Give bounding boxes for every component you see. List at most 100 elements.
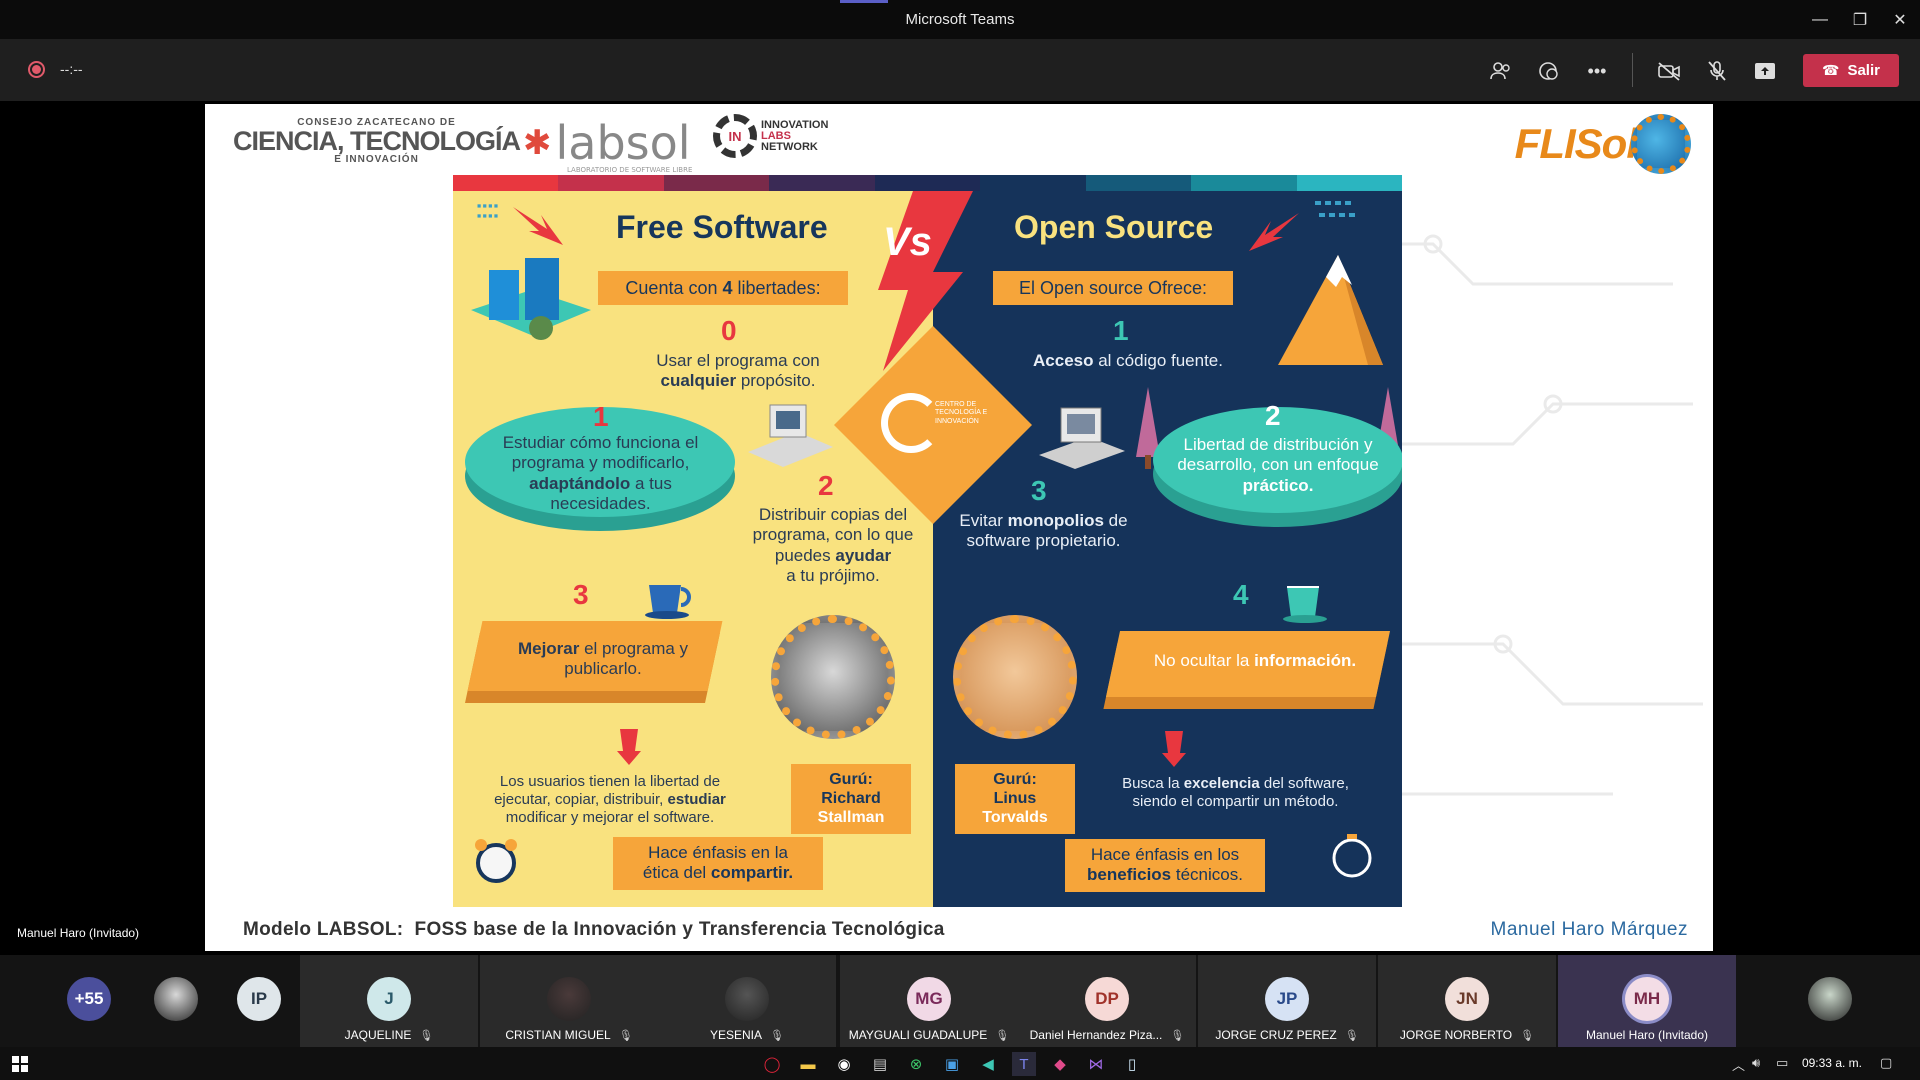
participant-name-row: JAQUELINE 🎙︎ — [345, 1028, 434, 1042]
volume-icon[interactable]: 🔊︎ — [1752, 1055, 1760, 1071]
stallman-guru-label: Gurú: — [829, 771, 873, 788]
participants-button[interactable] — [1486, 56, 1516, 86]
taskbar-vs[interactable]: ⋈ — [1084, 1052, 1108, 1076]
participant-name-row: CRISTIAN MIGUEL 🎙︎ — [505, 1028, 632, 1042]
participant-avatar: +55 — [67, 977, 111, 1021]
freedom-2-post: a tu prójimo. — [786, 566, 880, 586]
participant-tile[interactable]: MG MAYGUALI GUADALUPE 🎙︎ — [840, 955, 1018, 1047]
muted-mic-icon: 🎙︎ — [995, 1029, 1010, 1042]
restore-button[interactable]: ❐ — [1840, 0, 1880, 39]
free-emph-mid: ética del — [642, 863, 711, 883]
stallman-guru-tag: Gurú: Richard Stallman — [791, 764, 911, 834]
participant-avatar: MH — [1625, 977, 1669, 1021]
freedom-0-text: Usar el programa con cualquier propósito. — [633, 351, 843, 392]
taskbar-app-5[interactable]: ⊗ — [904, 1052, 928, 1076]
muted-mic-icon: 🎙︎ — [618, 1029, 633, 1042]
os-item-2-number: 2 — [1265, 400, 1281, 431]
participant-name-row: JORGE CRUZ PEREZ 🎙︎ — [1215, 1028, 1358, 1042]
torvalds-guru-label: Gurú: — [993, 771, 1037, 788]
xbox-icon: ⊗ — [909, 1056, 923, 1073]
freedom-2-number: 2 — [818, 470, 834, 501]
opera-icon: ◯ — [763, 1056, 781, 1073]
participant-tile[interactable]: MH Manuel Haro (Invitado) — [1558, 955, 1736, 1047]
camera-toggle-button[interactable] — [1654, 56, 1684, 86]
notifications-icon[interactable]: ▢ — [1880, 1055, 1892, 1071]
os-item-3-number: 3 — [1031, 475, 1047, 506]
gear-icon: IN — [713, 114, 757, 158]
participant-tile[interactable]: DP Daniel Hernandez Piza... 🎙︎ — [1018, 955, 1196, 1047]
taskbar-notepad[interactable]: ▯ — [1120, 1052, 1144, 1076]
versus-label: Vs — [883, 220, 932, 264]
participant-name: JAQUELINE — [344, 1028, 412, 1042]
chat-icon — [1539, 62, 1558, 80]
taskbar-app-7[interactable]: ◀ — [976, 1052, 1000, 1076]
participant-tile[interactable]: JP JORGE CRUZ PEREZ 🎙︎ — [1198, 955, 1376, 1047]
participant-tile[interactable] — [1780, 955, 1880, 1047]
os-item-1-text: Acceso al código fuente. — [1013, 351, 1243, 371]
participant-tile[interactable]: J JAQUELINE 🎙︎ — [300, 955, 478, 1047]
share-screen-button[interactable] — [1750, 56, 1780, 86]
flisol-logo: FLISol — [1515, 114, 1691, 174]
network-icon[interactable]: ▭ — [1776, 1055, 1788, 1071]
participant-strip: +55 IP J JAQUELINE 🎙︎ CRISTIAN MIGUEL 🎙︎ YESENI… — [0, 955, 1920, 1047]
mic-toggle-button[interactable] — [1702, 56, 1732, 86]
torvalds-last-name: Torvalds — [982, 809, 1048, 827]
participant-name: Manuel Haro (Invitado) — [1585, 1028, 1709, 1042]
seek-bold: excelencia — [1183, 775, 1260, 792]
participant-avatar: JN — [1445, 977, 1489, 1021]
leave-button[interactable]: ☎ Salir — [1803, 54, 1899, 87]
mountain-icon — [1278, 255, 1383, 365]
flisol-wordmark: FLISol — [1514, 120, 1638, 167]
free-software-ribbon: Cuenta con 4 libertades: — [598, 271, 848, 305]
participant-name: CRISTIAN MIGUEL — [505, 1028, 611, 1042]
teams-icon: T — [1019, 1055, 1029, 1073]
users-freedom-text: Los usuarios tienen la libertad de ejecu… — [475, 773, 745, 827]
participant-tile[interactable]: JN JORGE NORBERTO 🎙︎ — [1378, 955, 1556, 1047]
participant-tile[interactable] — [145, 955, 207, 1047]
stripe-segment — [1191, 175, 1297, 191]
reactions-button[interactable] — [1534, 56, 1564, 86]
users-bold: estudiar — [667, 791, 726, 808]
alarm-clock-icon — [475, 839, 517, 883]
os-item-1-bold: Acceso — [1033, 351, 1094, 370]
desktop-computer-icon — [1039, 407, 1125, 469]
slide-footer-title: Modelo LABSOL: FOSS base de la Innovació… — [243, 919, 945, 940]
participant-name: Daniel Hernandez Piza... — [1029, 1028, 1163, 1042]
participants-icon — [1490, 62, 1510, 80]
os-item-2-text: Libertad de distribución y desarrollo, c… — [1168, 435, 1388, 496]
czcti-logo: CONSEJO ZACATECANO DE CIENCIA, TECNOLOGÍ… — [233, 118, 521, 165]
taskbar-chrome[interactable]: ◉ — [832, 1052, 856, 1076]
share-icon — [1755, 63, 1775, 79]
freedom-1-number: 1 — [593, 401, 609, 432]
taskbar-teams[interactable]: T — [1012, 1052, 1036, 1076]
meeting-toolbar: --:-- ••• ☎ Salir — [0, 39, 1920, 101]
freedom-3-bold: Mejorar — [517, 639, 580, 658]
free-software-emphasis: Hace énfasis en la ética del compartir. — [613, 837, 823, 890]
more-options-button[interactable]: ••• — [1582, 56, 1612, 86]
tray-chevron-icon[interactable]: ︿ — [1732, 1055, 1745, 1074]
taskbar-figma[interactable]: ◆ — [1048, 1052, 1072, 1076]
innovation-labs-text: INNOVATION LABS NETWORK — [761, 119, 828, 153]
participant-tile[interactable]: +55 — [58, 955, 120, 1047]
participant-avatar — [1808, 977, 1852, 1021]
taskbar-opera[interactable]: ◯ — [760, 1052, 784, 1076]
free-software-title: Free Software — [616, 209, 828, 245]
taskbar-app-6[interactable]: ▣ — [940, 1052, 964, 1076]
color-stripe — [453, 175, 1402, 191]
open-source-emphasis: Hace énfasis en los beneficios técnicos. — [1065, 839, 1265, 892]
participant-tile[interactable]: YESENIA 🎙︎ — [658, 955, 836, 1047]
taskbar-app-4[interactable]: ▤ — [868, 1052, 892, 1076]
stripe-segment — [1296, 175, 1402, 191]
torvalds-guru-tag: Gurú: Linus Torvalds — [955, 764, 1075, 834]
minimize-button[interactable]: — — [1800, 0, 1840, 39]
taskbar-explorer[interactable]: ▬ — [796, 1052, 820, 1076]
start-button[interactable] — [8, 1052, 32, 1076]
participant-tile[interactable]: CRISTIAN MIGUEL 🎙︎ — [480, 955, 658, 1047]
participant-tile[interactable]: IP — [228, 955, 290, 1047]
close-window-button[interactable]: ✕ — [1880, 0, 1920, 39]
mic-off-icon — [1708, 61, 1726, 81]
open-ribbon-text: El Open source Ofrece: — [1018, 277, 1208, 298]
shared-content-stage: CONSEJO ZACATECANO DE CIENCIA, TECNOLOGÍ… — [0, 101, 1920, 955]
rain-dots-icon: ▪▪▪▪ ▪▪▪▪ — [476, 198, 500, 224]
muted-mic-icon: 🎙︎ — [419, 1029, 434, 1042]
